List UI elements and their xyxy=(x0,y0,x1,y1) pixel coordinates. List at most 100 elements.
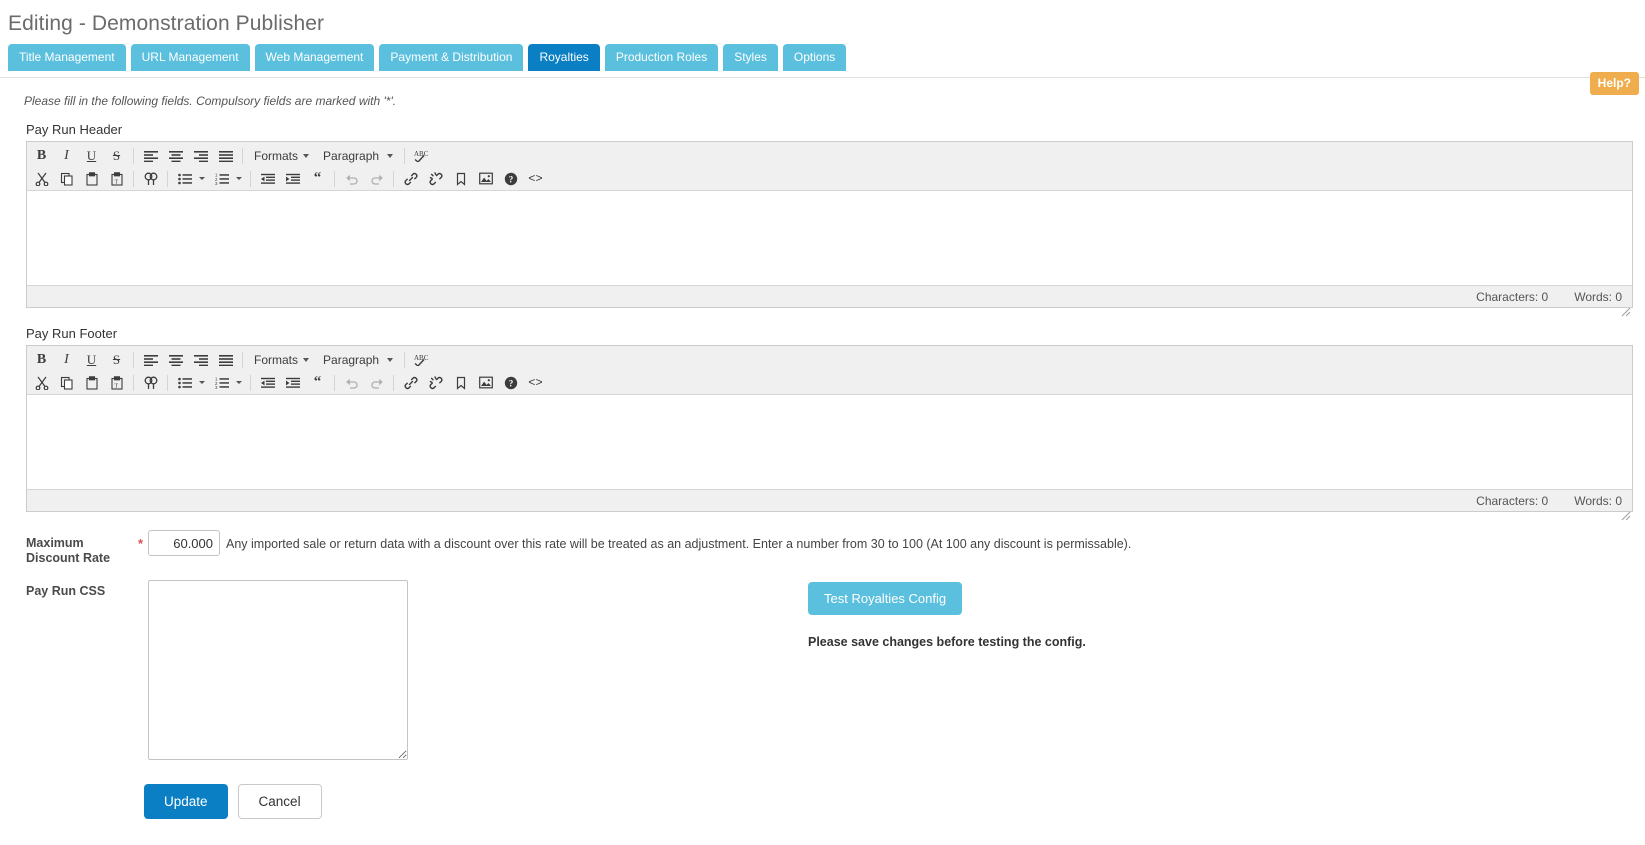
source-code-icon[interactable]: <> xyxy=(523,373,548,393)
link-icon[interactable] xyxy=(398,169,423,189)
form-instructions: Please fill in the following fields. Com… xyxy=(24,94,397,108)
editor-resize-handle[interactable] xyxy=(1621,306,1631,317)
align-center-icon[interactable] xyxy=(163,350,188,370)
toolbar-separator xyxy=(404,147,406,164)
maximum-discount-rate-label: Maximum Discount Rate xyxy=(26,536,111,565)
unlink-icon[interactable] xyxy=(423,373,448,393)
svg-text:ABC: ABC xyxy=(414,354,429,362)
underline-icon[interactable]: U xyxy=(79,350,104,370)
formats-menu[interactable]: Formats xyxy=(247,350,316,370)
toolbar-separator xyxy=(167,374,168,391)
tab-web-management[interactable]: Web Management xyxy=(254,44,375,71)
anchor-icon[interactable] xyxy=(448,169,473,189)
word-count: Words: 0 xyxy=(1574,289,1622,304)
tab-options[interactable]: Options xyxy=(782,44,847,71)
pay-run-header-label: Pay Run Header xyxy=(26,122,123,137)
spellcheck-icon[interactable]: ABC xyxy=(409,350,434,370)
paste-icon[interactable] xyxy=(79,373,104,393)
formats-menu[interactable]: Formats xyxy=(247,146,316,166)
paragraph-menu[interactable]: Paragraph xyxy=(316,146,400,166)
strikethrough-icon[interactable]: S xyxy=(104,350,129,370)
pay-run-css-textarea[interactable] xyxy=(148,580,408,760)
tab-url-management[interactable]: URL Management xyxy=(130,44,250,71)
copy-icon[interactable] xyxy=(54,373,79,393)
tab-title-management[interactable]: Title Management xyxy=(8,44,126,71)
undo-icon[interactable] xyxy=(339,169,364,189)
bold-icon[interactable]: B xyxy=(29,350,54,370)
image-icon[interactable] xyxy=(473,169,498,189)
indent-icon[interactable] xyxy=(280,373,305,393)
image-icon[interactable] xyxy=(473,373,498,393)
search-replace-icon[interactable] xyxy=(138,169,163,189)
align-right-icon[interactable] xyxy=(188,350,213,370)
redo-icon[interactable] xyxy=(364,169,389,189)
pay-run-footer-label: Pay Run Footer xyxy=(26,326,118,341)
numbered-list-icon[interactable]: 123 xyxy=(209,373,234,393)
paste-text-icon[interactable]: T xyxy=(104,169,129,189)
tab-styles[interactable]: Styles xyxy=(723,44,778,71)
align-center-icon[interactable] xyxy=(163,146,188,166)
spellcheck-icon[interactable]: ABC xyxy=(409,146,434,166)
maximum-discount-rate-input[interactable] xyxy=(148,530,220,556)
align-left-icon[interactable] xyxy=(138,350,163,370)
pay-run-header-content[interactable] xyxy=(27,191,1632,285)
strikethrough-icon[interactable]: S xyxy=(104,146,129,166)
unlink-icon[interactable] xyxy=(423,169,448,189)
toolbar-separator xyxy=(334,374,335,391)
maximum-discount-rate-row: Maximum Discount Rate * Any imported sal… xyxy=(0,530,1645,566)
bullet-list-icon[interactable] xyxy=(172,373,197,393)
toolbar-row-2: T 123 “ ? <> xyxy=(27,371,1632,394)
bullet-list-chevron-icon[interactable] xyxy=(197,169,209,189)
italic-icon[interactable]: I xyxy=(54,350,79,370)
toolbar-separator xyxy=(133,147,134,164)
pay-run-footer-content[interactable] xyxy=(27,395,1632,489)
blockquote-icon[interactable]: “ xyxy=(305,169,330,189)
align-justify-icon[interactable] xyxy=(213,146,238,166)
help-button[interactable]: Help? xyxy=(1589,72,1639,95)
bold-icon[interactable]: B xyxy=(29,146,54,166)
tab-production-roles[interactable]: Production Roles xyxy=(604,44,719,71)
editor-resize-handle[interactable] xyxy=(1621,510,1631,521)
outdent-icon[interactable] xyxy=(255,373,280,393)
paragraph-menu[interactable]: Paragraph xyxy=(316,350,400,370)
numbered-list-chevron-icon[interactable] xyxy=(234,169,246,189)
link-icon[interactable] xyxy=(398,373,423,393)
numbered-list-icon[interactable]: 123 xyxy=(209,169,234,189)
search-replace-icon[interactable] xyxy=(138,373,163,393)
underline-icon[interactable]: U xyxy=(79,146,104,166)
blockquote-icon[interactable]: “ xyxy=(305,373,330,393)
test-royalties-config-button[interactable]: Test Royalties Config xyxy=(808,582,963,615)
test-config-panel: Test Royalties Config Please save change… xyxy=(408,580,1086,649)
outdent-icon[interactable] xyxy=(255,169,280,189)
maximum-discount-rate-help: Any imported sale or return data with a … xyxy=(226,537,1132,551)
cut-icon[interactable] xyxy=(29,373,54,393)
redo-icon[interactable] xyxy=(364,373,389,393)
paste-icon[interactable] xyxy=(79,169,104,189)
bullet-list-chevron-icon[interactable] xyxy=(197,373,209,393)
update-button[interactable]: Update xyxy=(144,784,228,819)
toolbar-separator xyxy=(334,170,335,187)
help-icon[interactable]: ? xyxy=(498,373,523,393)
align-right-icon[interactable] xyxy=(188,146,213,166)
help-icon[interactable]: ? xyxy=(498,169,523,189)
cancel-button[interactable]: Cancel xyxy=(237,784,322,819)
copy-icon[interactable] xyxy=(54,169,79,189)
anchor-icon[interactable] xyxy=(448,373,473,393)
align-left-icon[interactable] xyxy=(138,146,163,166)
toolbar-separator xyxy=(133,170,134,187)
svg-text:?: ? xyxy=(508,378,513,388)
tab-payment-distribution[interactable]: Payment & Distribution xyxy=(379,44,524,71)
italic-icon[interactable]: I xyxy=(54,146,79,166)
tab-royalties[interactable]: Royalties xyxy=(528,44,600,71)
toolbar-separator xyxy=(242,351,243,368)
align-justify-icon[interactable] xyxy=(213,350,238,370)
numbered-list-chevron-icon[interactable] xyxy=(234,373,246,393)
cut-icon[interactable] xyxy=(29,169,54,189)
toolbar-row-2: T 123 “ ? <> xyxy=(27,167,1632,190)
indent-icon[interactable] xyxy=(280,169,305,189)
source-code-icon[interactable]: <> xyxy=(523,169,548,189)
bullet-list-icon[interactable] xyxy=(172,169,197,189)
undo-icon[interactable] xyxy=(339,373,364,393)
chevron-down-icon xyxy=(387,357,394,362)
paste-text-icon[interactable]: T xyxy=(104,373,129,393)
